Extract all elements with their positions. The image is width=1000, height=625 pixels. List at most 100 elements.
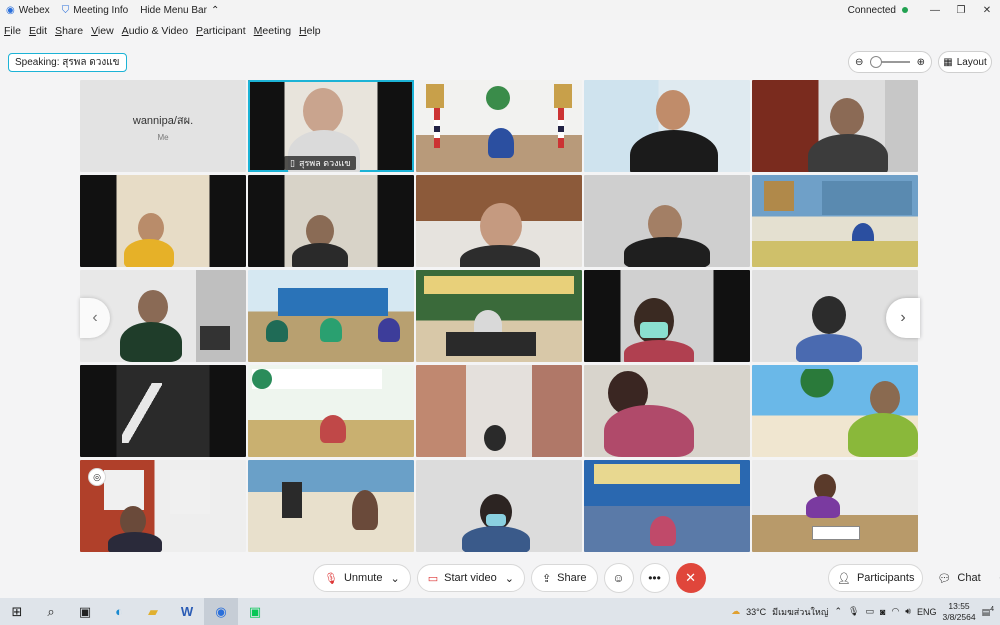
flag-image [558,108,564,148]
participants-icon: 👤︎ [837,572,851,585]
search-icon[interactable]: ⌕ [34,598,68,625]
video-tile[interactable] [752,175,918,267]
video-tile[interactable] [416,365,582,457]
more-panels-button[interactable]: ••• [995,563,1000,593]
video-tile[interactable]: ◎ [80,460,246,552]
participant-image [320,318,342,342]
video-tile[interactable] [416,460,582,552]
menu-audio-video[interactable]: Audio & Video [118,25,192,37]
video-tile[interactable] [416,270,582,362]
video-tile[interactable] [248,270,414,362]
video-tile[interactable] [584,80,750,172]
mic-muted-icon: 🎙︎ [324,572,338,585]
chevron-down-icon[interactable]: ⌄ [391,572,400,585]
clock[interactable]: 13:55 3/8/2564 [942,601,975,623]
speaker-icon[interactable]: 🔊︎ [905,606,911,617]
file-explorer-icon[interactable]: ▰ [136,598,170,625]
menu-file[interactable]: File [0,25,25,37]
video-tile-active-speaker[interactable]: ▯ สุรพล ดวงแข [248,80,414,172]
video-tile[interactable] [584,270,750,362]
zoom-slider-knob[interactable] [870,56,882,68]
share-button[interactable]: ⇪ Share [530,564,598,592]
video-tile[interactable] [80,175,246,267]
video-tile[interactable] [248,365,414,457]
zoom-slider[interactable] [870,56,910,68]
video-tile[interactable] [752,460,918,552]
layout-button[interactable]: ▦ Layout [938,51,992,73]
video-tile[interactable] [248,175,414,267]
start-video-button[interactable]: ▭ Start video ⌄ [416,564,525,592]
emblem-image [486,86,510,110]
poster-image [104,470,144,510]
reactions-button[interactable]: ☺ [603,563,634,593]
video-tile[interactable] [248,460,414,552]
menu-edit[interactable]: Edit [25,25,51,37]
participant-image [650,516,676,546]
weather-description[interactable]: มีเมฆส่วนใหญ่ [772,605,828,619]
share-icon: ⇪ [541,572,552,585]
windows-start-icon[interactable]: ⊞ [0,598,34,625]
webex-taskbar-icon[interactable]: ◉ [204,598,238,625]
menu-participant[interactable]: Participant [192,25,250,37]
video-tile-self[interactable]: wannipa/สผ. Me [80,80,246,172]
menu-view[interactable]: View [87,25,118,37]
camera-icon[interactable]: ◙ [880,607,885,617]
portrait-image [426,84,444,108]
menu-meeting[interactable]: Meeting [250,25,295,37]
speaking-indicator: Speaking: สุรพล ดวงแข [8,53,127,72]
participant-image [630,130,718,172]
video-tile[interactable] [584,365,750,457]
chevron-down-icon[interactable]: ⌄ [505,572,514,585]
connection-status: Connected [847,4,896,16]
video-tile[interactable] [416,80,582,172]
line-app-icon[interactable]: ▣ [238,598,272,625]
participant-image [352,490,378,530]
banner-image [594,464,740,484]
minimize-button[interactable]: — [922,0,948,20]
face-mask-image [640,322,668,338]
input-language[interactable]: ENG [917,607,937,617]
video-tile[interactable] [416,175,582,267]
microphone-icon[interactable]: 🎙︎ [848,606,859,617]
pin-icon[interactable]: ◎ [88,468,106,486]
menu-help[interactable]: Help [295,25,325,37]
zoom-out-icon[interactable]: ⊖ [855,57,863,68]
zoom-in-icon[interactable]: ⊕ [917,57,925,68]
wifi-icon[interactable]: ◠ [891,606,899,617]
video-tile[interactable] [584,460,750,552]
restore-button[interactable]: ❐ [948,0,974,20]
battery-icon[interactable]: ▭ [865,606,874,617]
weather-temp[interactable]: 33°C [746,607,766,617]
participant-image [806,496,840,518]
close-window-button[interactable]: ✕ [974,0,1000,20]
meeting-info-button[interactable]: ⛉ Meeting Info [56,0,135,20]
hide-menu-bar-button[interactable]: Hide Menu Bar ⌃ [134,0,225,20]
self-label: Me [157,132,169,142]
unmute-button[interactable]: 🎙︎ Unmute ⌄ [313,564,411,592]
video-tile[interactable] [80,365,246,457]
active-speaker-name-tag: ▯ สุรพล ดวงแข [284,156,357,170]
table-image [752,241,918,267]
participant-image [266,320,288,342]
task-view-icon[interactable]: ▣ [68,598,102,625]
participant-image [480,203,522,249]
notification-icon[interactable]: ▤4 [982,606,994,618]
end-call-button[interactable]: ✕ [675,563,706,593]
more-options-button[interactable]: ••• [639,563,670,593]
name-plate-image [812,526,860,540]
video-grid: wannipa/สผ. Me ▯ สุรพล ดวงแข ◎ [80,80,920,556]
word-icon[interactable]: W [170,598,204,625]
participants-button[interactable]: 👤︎ Participants [828,564,924,592]
video-tile[interactable] [752,80,918,172]
video-tile[interactable] [584,175,750,267]
banner-image [822,181,912,215]
menu-share[interactable]: Share [51,25,87,37]
chevron-up-icon[interactable]: ⌃ [835,606,843,617]
participant-image [624,237,710,267]
next-page-button[interactable]: › [886,298,920,338]
video-tile[interactable] [752,365,918,457]
grid-icon: ▦ [943,56,953,68]
chat-button[interactable]: 💬︎ Chat [929,564,988,592]
chevron-left-icon: ‹ [92,309,98,326]
edge-browser-icon[interactable]: ◐ [102,598,136,625]
